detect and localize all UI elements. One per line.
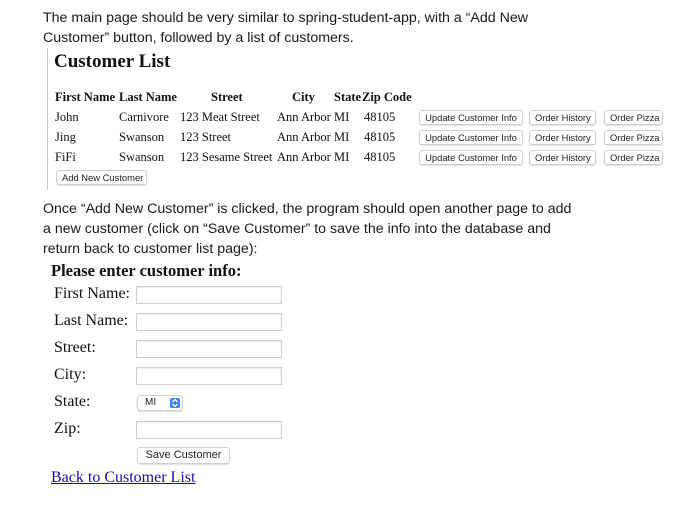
order-history-button[interactable]: Order History (529, 150, 596, 165)
cell-city-state: Ann Arbor MI (277, 130, 349, 145)
order-history-button[interactable]: Order History (529, 130, 596, 145)
header-street: Street (211, 90, 243, 104)
cell-state: MI (333, 150, 350, 164)
first-name-label: First Name: (54, 285, 130, 302)
cell-state: MI (333, 130, 350, 144)
update-customer-info-button[interactable]: Update Customer Info (419, 150, 523, 165)
state-select[interactable]: MI (137, 395, 183, 411)
order-pizza-button[interactable]: Order Pizza (604, 130, 663, 145)
cell-zip: 48105 (364, 150, 396, 164)
city-field[interactable] (136, 367, 282, 385)
cell-last-name: Swanson (119, 130, 165, 144)
order-history-button[interactable]: Order History (529, 110, 596, 125)
last-name-field[interactable] (136, 313, 282, 331)
cell-street: 123 Meat Street (180, 110, 260, 124)
select-chevron-icon (170, 398, 180, 408)
cell-city-state: Ann Arbor MI (277, 110, 349, 125)
street-label: Street: (54, 339, 96, 356)
cell-last-name: Swanson (119, 150, 165, 164)
cell-city: Ann Arbor (277, 130, 331, 144)
cell-first-name: John (55, 110, 79, 124)
header-zip: Zip Code (362, 90, 412, 104)
update-customer-info-button[interactable]: Update Customer Info (419, 110, 523, 125)
street-field[interactable] (136, 340, 282, 358)
state-label: State: (54, 393, 91, 410)
customer-list-title: Customer List (54, 51, 171, 72)
header-first-name: First Name (55, 90, 116, 104)
header-state: State (334, 90, 362, 104)
cell-zip: 48105 (364, 130, 396, 144)
cell-city: Ann Arbor (277, 110, 331, 124)
cell-city: Ann Arbor (277, 150, 331, 164)
header-city: City (292, 90, 315, 104)
order-pizza-button[interactable]: Order Pizza (604, 150, 663, 165)
save-customer-button[interactable]: Save Customer (137, 447, 230, 464)
order-pizza-button[interactable]: Order Pizza (604, 110, 663, 125)
instruction-line: Once “Add New Customer” is clicked, the … (43, 201, 572, 217)
update-customer-info-button[interactable]: Update Customer Info (419, 130, 523, 145)
cell-first-name: FiFi (55, 150, 76, 164)
add-new-customer-button[interactable]: Add New Customer (56, 170, 147, 185)
cell-street: 123 Street (180, 130, 232, 144)
header-last-name: Last Name (119, 90, 177, 104)
city-label: City: (54, 366, 87, 383)
customer-list-panel: Customer List First Name Last Name Stree… (47, 48, 678, 190)
first-name-field[interactable] (136, 286, 282, 304)
cell-zip: 48105 (364, 110, 396, 124)
instruction-line: Customer” button, followed by a list of … (43, 30, 354, 46)
instruction-line: The main page should be very similar to … (43, 10, 528, 26)
cell-state: MI (333, 110, 350, 124)
state-select-value: MI (145, 397, 157, 408)
zip-label: Zip: (54, 420, 81, 437)
cell-city-state: Ann Arbor MI (277, 150, 349, 165)
cell-street: 123 Sesame Street (180, 150, 273, 164)
instructions-paragraph-1: The main page should be very similar to … (43, 8, 643, 48)
cell-first-name: Jing (55, 130, 76, 144)
instruction-line: return back to customer list page): (43, 241, 258, 257)
instructions-paragraph-2: Once “Add New Customer” is clicked, the … (43, 199, 643, 259)
instruction-line: a new customer (click on “Save Customer”… (43, 221, 551, 237)
cell-last-name: Carnivore (119, 110, 169, 124)
zip-field[interactable] (136, 421, 282, 439)
back-to-customer-list-link[interactable]: Back to Customer List (51, 469, 195, 487)
form-title: Please enter customer info: (51, 261, 242, 280)
last-name-label: Last Name: (54, 312, 129, 329)
